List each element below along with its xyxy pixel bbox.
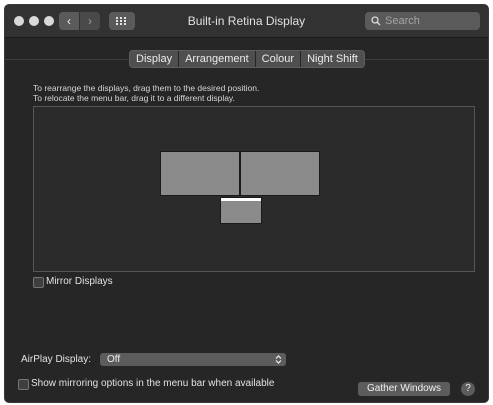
instruction-menu-bar: To relocate the menu bar, drag it to a d… <box>33 93 235 103</box>
title-bar: ‹ › Built-in Retina Display <box>5 5 488 38</box>
tab-colour[interactable]: Colour <box>254 51 300 67</box>
gather-windows-button[interactable]: Gather Windows <box>358 382 450 396</box>
display-arrangement-area <box>33 106 475 272</box>
menu-bar-indicator[interactable] <box>221 198 261 201</box>
display-main[interactable] <box>220 197 262 224</box>
help-button[interactable]: ? <box>461 382 475 396</box>
airplay-display-label: AirPlay Display: <box>21 354 92 365</box>
search-field[interactable] <box>365 12 480 30</box>
preferences-window: ‹ › Built-in Retina Display Display Arr <box>4 4 489 403</box>
mirroring-options-checkbox[interactable] <box>18 379 29 390</box>
mirroring-options-label: Show mirroring options in the menu bar w… <box>31 378 275 389</box>
airplay-display-select[interactable]: Off <box>100 353 286 366</box>
mirror-displays-checkbox[interactable] <box>33 277 44 288</box>
tab-display[interactable]: Display <box>130 51 178 67</box>
search-input[interactable] <box>385 12 475 30</box>
display-right[interactable] <box>240 151 320 196</box>
mirror-displays-label: Mirror Displays <box>46 276 113 287</box>
updown-chevron-icon <box>275 355 282 364</box>
instruction-rearrange: To rearrange the displays, drag them to … <box>33 83 260 93</box>
search-icon <box>371 16 381 26</box>
tab-bar: Display Arrangement Colour Night Shift <box>129 50 365 68</box>
tab-arrangement[interactable]: Arrangement <box>178 51 255 67</box>
tab-night-shift[interactable]: Night Shift <box>300 51 364 67</box>
airplay-display-value: Off <box>107 354 121 365</box>
display-left[interactable] <box>160 151 240 196</box>
